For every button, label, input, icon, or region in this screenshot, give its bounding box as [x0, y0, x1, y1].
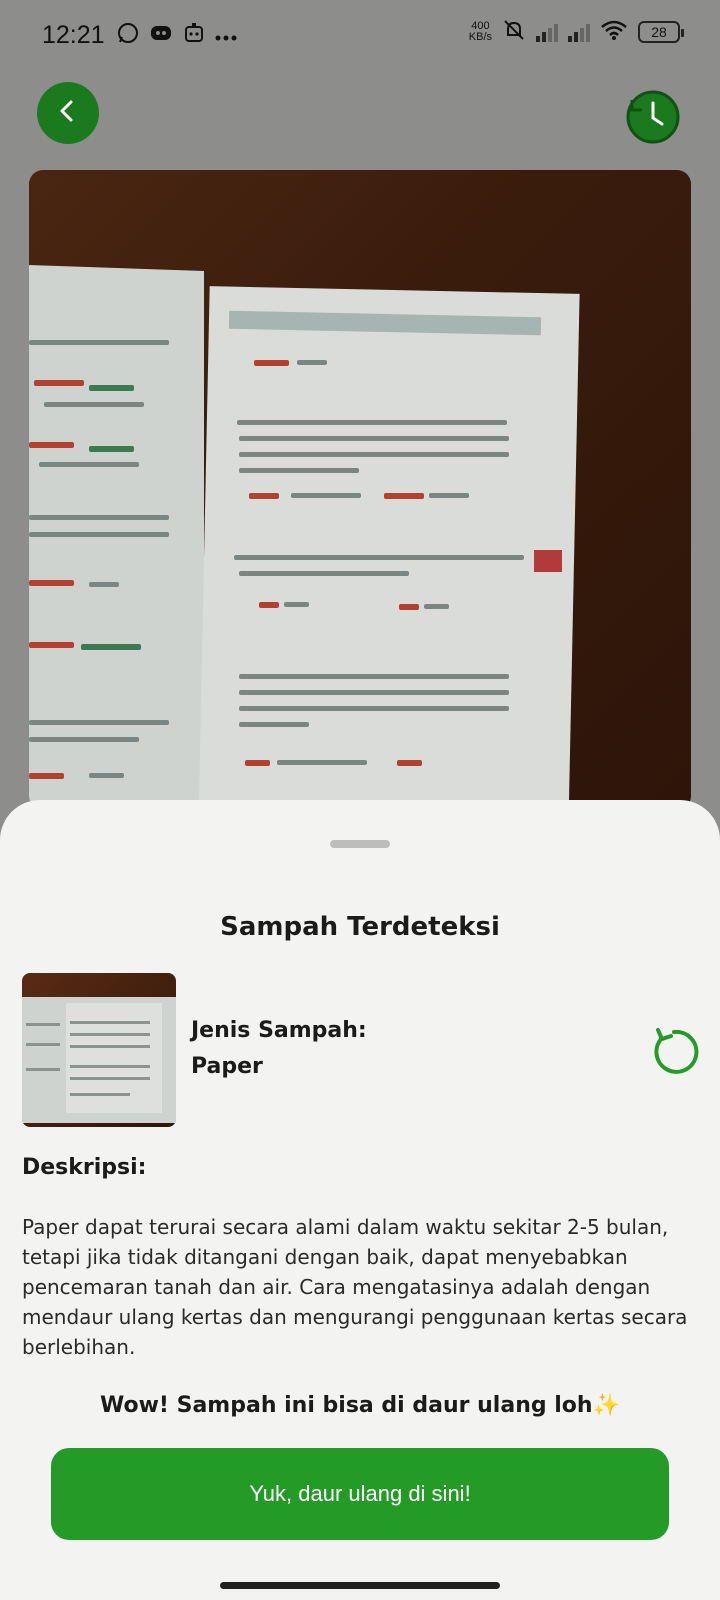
book-left-page — [29, 264, 204, 810]
status-time: 12:21 — [42, 20, 105, 49]
network-speed: 400 KB/s — [469, 21, 492, 43]
wifi-icon — [600, 19, 628, 45]
description-heading: Deskripsi: — [22, 1155, 147, 1180]
system-icons: 400 KB/s 28 — [469, 18, 684, 46]
notification-icons — [117, 22, 237, 49]
waste-thumbnail — [22, 973, 176, 1127]
history-clock-icon — [622, 90, 682, 150]
sheet-title: Sampah Terdeteksi — [220, 912, 500, 942]
silent-icon — [502, 18, 526, 46]
retry-scan-button[interactable] — [648, 1026, 700, 1078]
description-text: Paper dapat terurai secara alami dalam w… — [22, 1215, 688, 1359]
discord-icon — [149, 23, 173, 48]
more-dots-icon — [215, 23, 237, 47]
signal-icon — [568, 22, 590, 42]
waste-type-label: Jenis Sampah: — [191, 1018, 367, 1043]
refresh-icon — [648, 1028, 700, 1082]
recycle-here-button[interactable]: Yuk, daur ulang di sini! — [51, 1448, 669, 1540]
status-bar: 12:21 400 KB/s 28 — [0, 0, 720, 70]
back-button[interactable] — [37, 82, 99, 144]
sheet-drag-handle[interactable] — [330, 840, 390, 848]
bot-icon — [183, 22, 205, 49]
captured-photo — [29, 170, 691, 810]
history-button[interactable] — [622, 86, 682, 146]
recyclable-note: Wow! Sampah ini bisa di daur ulang loh✨ — [100, 1393, 620, 1418]
network-speed-unit: KB/s — [468, 31, 492, 43]
waste-type-value: Paper — [191, 1054, 263, 1079]
whatsapp-icon — [117, 22, 139, 49]
battery-icon: 28 — [638, 21, 684, 43]
gesture-nav-bar[interactable] — [220, 1582, 500, 1589]
chevron-left-icon — [54, 97, 82, 129]
signal-icon — [536, 22, 558, 42]
